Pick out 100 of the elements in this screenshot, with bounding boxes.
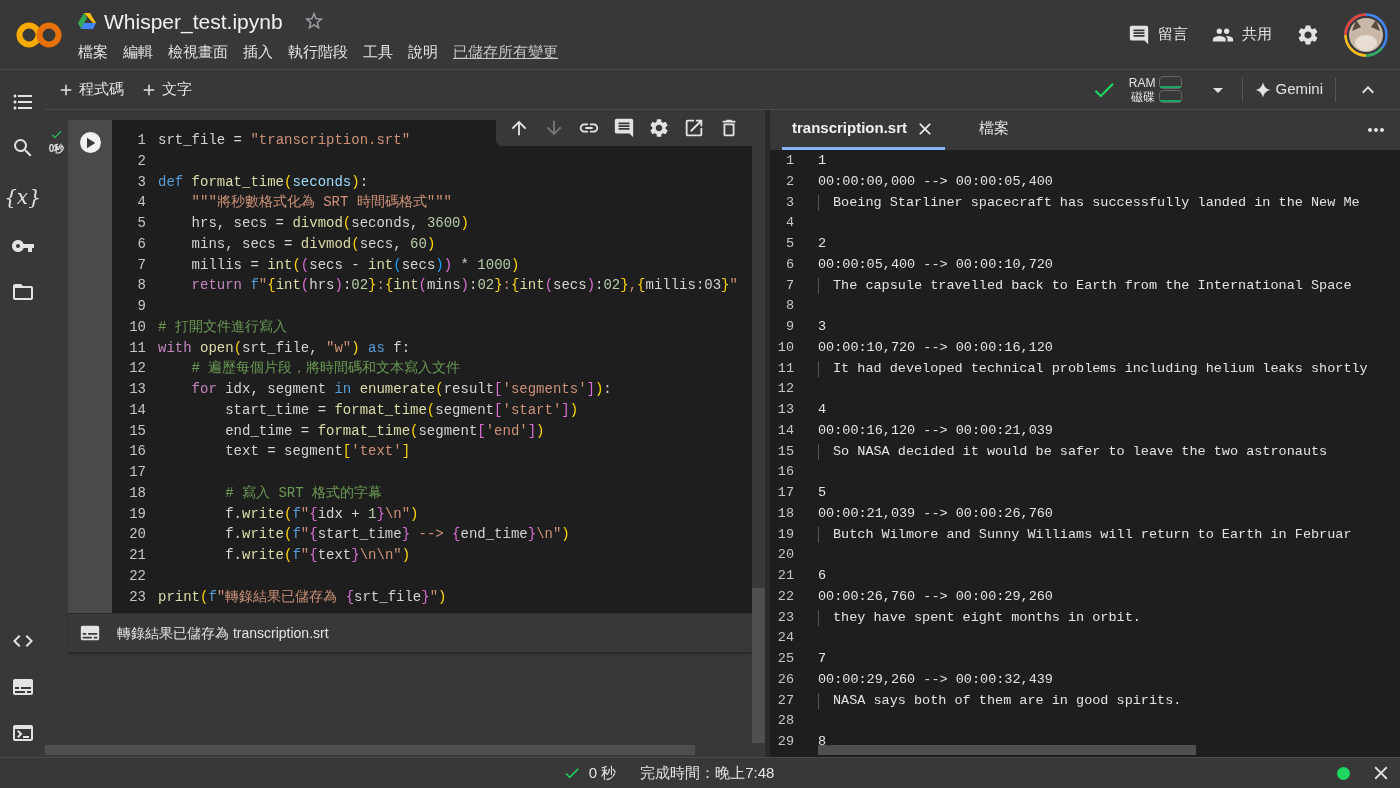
subtitle-timecode: 00:00:29,260 --> 00:00:32,439 (818, 670, 1053, 689)
gemini-button[interactable]: Gemini (1255, 78, 1323, 101)
subtitle-index: 1 (818, 152, 827, 170)
settings-icon[interactable] (1296, 22, 1320, 47)
menu-item[interactable]: 插入 (243, 41, 273, 64)
subtitle-text: NASA says both of them are in good spirits. (833, 691, 1182, 710)
logo-icon[interactable] (16, 20, 62, 49)
line-number: 7 (784, 276, 794, 295)
line-number: 18 (128, 483, 146, 503)
scrollbar[interactable] (752, 588, 765, 743)
line-number: 13 (776, 401, 794, 419)
code-line: # 遍歷每個片段，將時間碼和文本寫入文件 (190, 359, 461, 379)
comment-button[interactable]: 留言 (1128, 23, 1188, 46)
code-line: end_time = format_time(segment['end']) (224, 421, 545, 441)
add-code-button[interactable]: 程式碼 (57, 78, 124, 101)
variables-icon[interactable]: {x} (4, 182, 41, 212)
line-number: 24 (776, 629, 794, 648)
cell-duration: 0秒 (48, 142, 65, 156)
code-line: # 打開文件進行寫入 (158, 317, 287, 337)
line-number: 8 (136, 276, 146, 296)
line-number: 2 (136, 151, 146, 171)
disk-label: 磁碟 (1131, 89, 1156, 104)
subtitle-timecode: 00:00:05,400 --> 00:00:10,720 (818, 255, 1053, 274)
line-number: 5 (136, 214, 146, 233)
code-line: def format_time(seconds): (158, 172, 369, 192)
code-line: f.write(f"{idx + 1}\n") (224, 504, 419, 524)
settings-icon[interactable] (648, 117, 670, 139)
subtitle-index: 8 (818, 733, 827, 751)
line-number: 3 (784, 193, 794, 212)
share-button[interactable]: 共用 (1212, 23, 1272, 46)
line-number: 9 (136, 297, 146, 316)
line-number: 11 (128, 338, 146, 358)
line-number: 4 (136, 193, 146, 213)
save-status-link[interactable]: 已儲存所有變更 (453, 41, 558, 64)
subtitle-index: 5 (818, 484, 827, 502)
open-in-new-icon[interactable] (683, 117, 705, 139)
file-tab[interactable]: transcription.srt (782, 110, 946, 150)
subtitle-index: 7 (818, 650, 827, 668)
code-line: for idx, segment in enumerate(result['segments']): (190, 380, 612, 399)
line-number: 29 (776, 733, 794, 751)
code-line: with open(srt_file, "w") as f: (158, 338, 411, 358)
line-number: 23 (128, 587, 146, 607)
code-line: start_time = format_time(segment['start']) (224, 400, 579, 420)
add-text-button[interactable]: 文字 (140, 78, 192, 101)
line-number: 19 (128, 504, 146, 524)
code-line: millis = int((secs - int(secs)) * 1000) (190, 255, 520, 275)
avatar[interactable] (1344, 12, 1388, 57)
line-number: 14 (776, 421, 794, 440)
menu-item[interactable]: 編輯 (123, 41, 153, 64)
menu-item[interactable]: 說明 (408, 41, 438, 64)
line-number: 5 (784, 235, 794, 253)
subtitle-timecode: 00:00:10,720 --> 00:00:16,120 (818, 338, 1053, 357)
subtitle-timecode: 00:00:21,039 --> 00:00:26,760 (818, 504, 1053, 523)
subtitle-index: 4 (818, 401, 827, 419)
code-line: print(f"轉錄結果已儲存為 {srt_file}") (158, 587, 447, 607)
subtitle-text: Butch Wilmore and Sunny Williams will return to Earth in Februar (833, 525, 1352, 544)
code-line: text = segment['text'] (224, 442, 411, 462)
menu-item[interactable]: 工具 (363, 41, 393, 64)
file-tab[interactable]: 檔案 (969, 110, 1020, 150)
line-number: 7 (136, 255, 146, 275)
subtitle-timecode: 00:00:00,000 --> 00:00:05,400 (818, 172, 1053, 191)
run-button[interactable] (79, 132, 101, 153)
line-number: 3 (136, 172, 146, 192)
notebook-title[interactable]: Whisper_test.ipynb (104, 5, 283, 37)
subtitle-text: The capsule travelled back to Earth from the International Space (833, 276, 1352, 295)
code-editor[interactable] (112, 120, 752, 614)
subtitle-index: 2 (818, 235, 827, 253)
line-number: 6 (136, 234, 146, 254)
line-number: 16 (128, 442, 146, 462)
line-number: 16 (776, 463, 794, 482)
code-line: # 寫入 SRT 格式的字幕 (224, 483, 383, 503)
cell-output: 轉錄結果已儲存為 transcription.srt (117, 623, 329, 643)
run-duration: 0 秒 (588, 762, 617, 783)
subtitle-timecode: 00:00:16,120 --> 00:00:21,039 (818, 421, 1053, 440)
code-line: return f"{int(hrs):02}:{int(mins):02}:{int(secs):02},{millis:03}" (190, 276, 738, 296)
subtitle-text: they have spent eight months in orbit. (833, 608, 1141, 627)
code-line: f.write(f"{text}\n\n") (224, 546, 411, 565)
line-number: 21 (776, 567, 794, 585)
subtitle-timecode: 00:00:26,760 --> 00:00:29,260 (818, 587, 1053, 606)
line-number: 6 (784, 255, 794, 274)
line-number: 22 (776, 587, 794, 606)
line-number: 25 (776, 650, 794, 668)
comment-icon[interactable] (613, 117, 635, 139)
line-number: 10 (776, 338, 794, 357)
comment-icon (1128, 23, 1150, 46)
subtitle-text: Boeing Starliner spacecraft has successfully landed in the New Me (833, 193, 1360, 212)
line-number: 27 (776, 691, 794, 710)
menu-item[interactable]: 檢視畫面 (168, 41, 228, 64)
scrollbar[interactable] (818, 745, 1196, 755)
line-number: 15 (776, 442, 794, 461)
disk-meter (1159, 90, 1183, 103)
menu-item[interactable]: 執行階段 (288, 41, 348, 64)
code-line: mins, secs = divmod(secs, 60) (190, 234, 436, 254)
menu-item[interactable]: 檔案 (78, 41, 108, 64)
line-number: 1 (784, 152, 794, 170)
ram-meter (1159, 76, 1183, 89)
line-number: 8 (784, 297, 794, 316)
line-number: 20 (776, 546, 794, 565)
subtitle-text: So NASA decided it would be safer to leave the two astronauts (833, 442, 1328, 461)
code-line: """將秒數格式化為 SRT 時間碼格式""" (190, 193, 453, 213)
